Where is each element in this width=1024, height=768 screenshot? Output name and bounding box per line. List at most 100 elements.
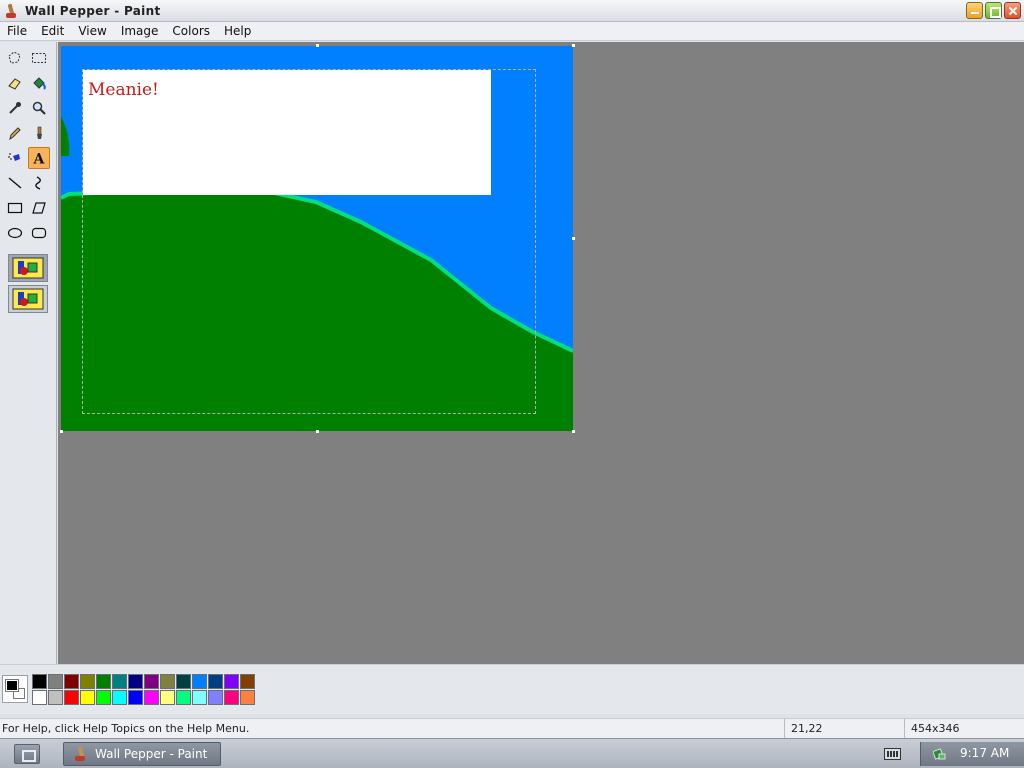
- line-tool[interactable]: [4, 172, 26, 194]
- color-swatch[interactable]: [208, 690, 223, 705]
- ellipse-icon: [7, 227, 23, 239]
- color-swatch[interactable]: [128, 690, 143, 705]
- brush-tool[interactable]: [28, 122, 50, 144]
- select-tool[interactable]: [28, 47, 50, 69]
- selection-rectangle: [82, 69, 536, 414]
- color-swatch[interactable]: [112, 674, 127, 689]
- opaque-background-option[interactable]: [8, 254, 48, 282]
- close-button[interactable]: [1004, 2, 1021, 19]
- resize-handle-right[interactable]: [572, 237, 575, 240]
- eraser-tool[interactable]: [4, 72, 26, 94]
- status-bar: For Help, click Help Topics on the Help …: [0, 718, 1024, 739]
- color-swatch[interactable]: [176, 674, 191, 689]
- eyedropper-icon: [9, 102, 21, 114]
- menu-image[interactable]: Image: [114, 24, 166, 38]
- canvas-workspace: Meanie!: [58, 42, 1024, 664]
- rectangle-tool[interactable]: [4, 197, 26, 219]
- start-button[interactable]: [14, 744, 40, 764]
- status-help-text: For Help, click Help Topics on the Help …: [2, 722, 250, 735]
- color-swatch[interactable]: [240, 690, 255, 705]
- paint-taskbar-icon: [73, 746, 89, 762]
- magnifier-tool[interactable]: [28, 97, 50, 119]
- minimize-button[interactable]: [966, 2, 983, 19]
- color-swatch[interactable]: [64, 674, 79, 689]
- current-colors[interactable]: [2, 675, 28, 703]
- color-swatch[interactable]: [32, 674, 47, 689]
- cursor-position: 21,22: [784, 719, 904, 739]
- color-swatch[interactable]: [80, 690, 95, 705]
- curve-icon: [35, 176, 41, 190]
- menu-bar: File Edit View Image Colors Help: [0, 22, 1024, 41]
- drawing-canvas[interactable]: Meanie!: [61, 46, 573, 431]
- menu-edit[interactable]: Edit: [34, 24, 71, 38]
- ellipse-tool[interactable]: [4, 222, 26, 244]
- resize-handle-bottom-right[interactable]: [572, 430, 575, 433]
- color-swatch[interactable]: [96, 690, 111, 705]
- window-controls: [966, 2, 1021, 19]
- menu-view[interactable]: View: [71, 24, 113, 38]
- color-swatch[interactable]: [96, 674, 111, 689]
- magnifier-icon: [32, 101, 46, 115]
- color-swatch[interactable]: [48, 690, 63, 705]
- pick-color-tool[interactable]: [4, 97, 26, 119]
- taskbar-paint-label: Wall Pepper - Paint: [95, 747, 208, 761]
- text-tool[interactable]: A: [28, 147, 50, 169]
- color-swatch[interactable]: [192, 690, 207, 705]
- color-swatch[interactable]: [128, 674, 143, 689]
- resize-handle-bottom[interactable]: [316, 430, 319, 433]
- polygon-icon: [32, 202, 46, 214]
- color-swatch[interactable]: [32, 690, 47, 705]
- color-swatch[interactable]: [64, 690, 79, 705]
- taskbar-paint-button[interactable]: Wall Pepper - Paint: [63, 742, 221, 766]
- color-swatch[interactable]: [144, 690, 159, 705]
- color-swatch[interactable]: [224, 674, 239, 689]
- eraser-icon: [8, 78, 21, 90]
- color-swatch[interactable]: [240, 674, 255, 689]
- rounded-rectangle-tool[interactable]: [28, 222, 50, 244]
- color-swatch[interactable]: [48, 674, 63, 689]
- pencil-tool[interactable]: [4, 122, 26, 144]
- maximize-button[interactable]: [985, 2, 1002, 19]
- network-icon[interactable]: [932, 747, 947, 761]
- text-a-icon: A: [33, 152, 46, 167]
- toolbox: A: [0, 42, 57, 664]
- color-swatch[interactable]: [208, 674, 223, 689]
- curve-tool[interactable]: [28, 172, 50, 194]
- color-swatch[interactable]: [160, 690, 175, 705]
- color-swatch[interactable]: [224, 690, 239, 705]
- paint-app-icon[interactable]: [4, 3, 20, 19]
- fill-tool[interactable]: [28, 72, 50, 94]
- polygon-tool[interactable]: [28, 197, 50, 219]
- menu-colors[interactable]: Colors: [165, 24, 217, 38]
- svg-text:A: A: [33, 152, 46, 167]
- airbrush-icon: [8, 153, 20, 161]
- color-swatch[interactable]: [80, 674, 95, 689]
- color-swatch[interactable]: [176, 690, 191, 705]
- resize-handle-bottom-left[interactable]: [60, 430, 63, 433]
- brush-icon: [37, 126, 42, 139]
- menu-file[interactable]: File: [0, 24, 34, 38]
- free-form-select-tool[interactable]: [4, 47, 26, 69]
- line-icon: [8, 177, 22, 189]
- airbrush-tool[interactable]: [4, 147, 26, 169]
- keyboard-icon[interactable]: [884, 748, 901, 760]
- resize-handle-top[interactable]: [316, 44, 319, 47]
- selection-size: 454x346: [904, 719, 1024, 739]
- clock[interactable]: 9:17 AM: [960, 746, 1009, 760]
- fill-bucket-icon: [33, 77, 46, 90]
- resize-handle-top-right[interactable]: [572, 44, 575, 47]
- color-box: [0, 664, 1024, 714]
- color-swatch[interactable]: [144, 674, 159, 689]
- system-tray: 9:17 AM: [920, 742, 1024, 766]
- color-swatch[interactable]: [112, 690, 127, 705]
- transparent-background-option[interactable]: [8, 285, 48, 313]
- title-bar: Wall Pepper - Paint: [0, 0, 1024, 22]
- taskbar: Wall Pepper - Paint 9:17 AM: [0, 738, 1024, 768]
- transparent-shapes-icon: [12, 288, 44, 310]
- color-swatch[interactable]: [160, 674, 175, 689]
- color-swatch[interactable]: [192, 674, 207, 689]
- rounded-rectangle-icon: [31, 227, 47, 239]
- menu-help[interactable]: Help: [217, 24, 258, 38]
- window-title: Wall Pepper - Paint: [25, 3, 161, 18]
- foreground-color: [5, 679, 19, 692]
